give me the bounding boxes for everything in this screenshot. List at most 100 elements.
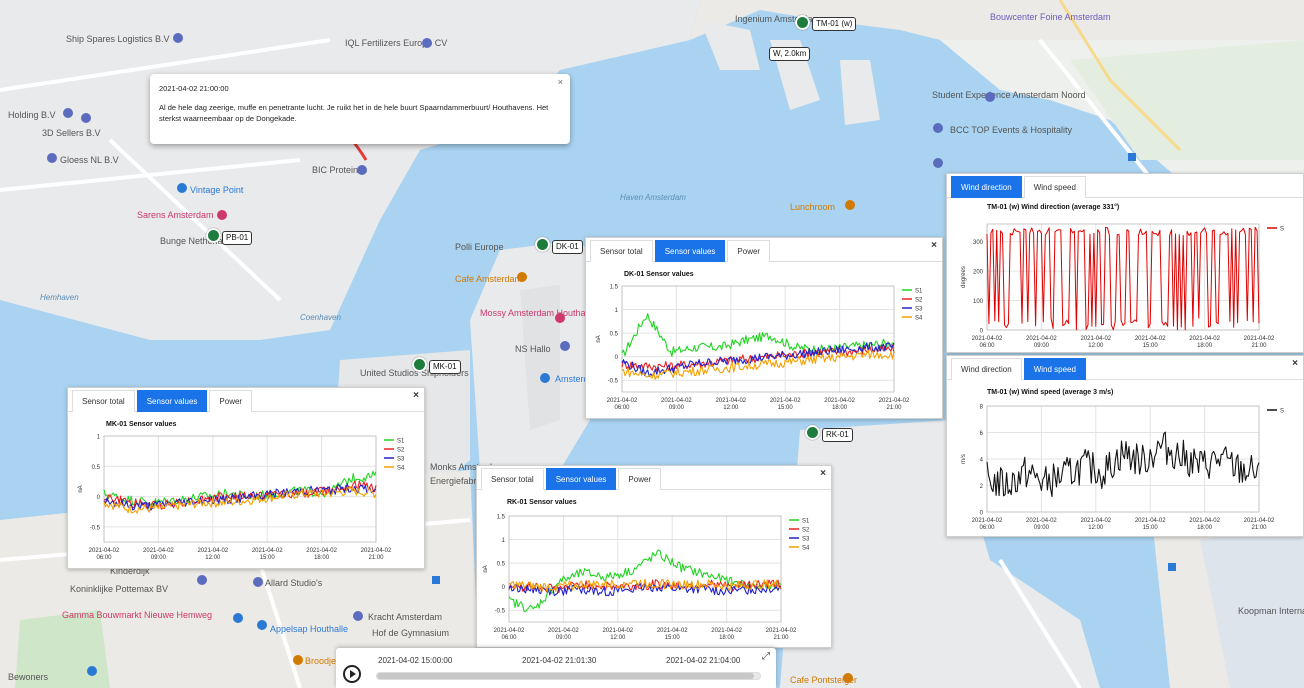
sensor-marker-mk-01[interactable]: [412, 357, 427, 372]
y-tick-label: 2: [980, 484, 984, 490]
wind-direction-panel: Wind direction Wind speed TM-01 (w) Wind…: [946, 173, 1304, 353]
y-tick-label: 1: [615, 308, 619, 314]
map-label: Kracht Amsterdam: [368, 612, 442, 622]
time-start: 2021-04-02 15:00:00: [378, 656, 453, 665]
complaint-timestamp: 2021-04-02 21:00:00: [159, 84, 229, 93]
y-tick-label: 0: [980, 329, 984, 335]
x-tick-label: 2021-04-02 09:00: [143, 548, 174, 561]
close-icon[interactable]: ×: [558, 77, 563, 87]
expand-icon[interactable]: ⤢: [762, 651, 770, 662]
x-tick-label: 2021-04-02 18:00: [711, 628, 742, 641]
x-tick-label: 2021-04-02 21:00: [879, 398, 910, 411]
map-label: Polli Europe: [455, 242, 504, 252]
y-tick-label: -0.5: [495, 609, 506, 615]
sensor-chart: -0.5 0 0.5 1 1.5 2021-04-02 06:00 2021-04-02 09:…: [596, 285, 923, 412]
y-tick-label: 0: [97, 495, 101, 501]
x-tick-label: 2021-04-02 09:00: [661, 398, 692, 411]
map-label: Bewoners: [8, 672, 49, 682]
map-label: Student Experience Amsterdam Noord: [932, 90, 1086, 100]
y-axis-label: nA: [483, 565, 489, 572]
marker-label[interactable]: PB-01: [222, 231, 253, 245]
legend-label: S2: [802, 528, 810, 534]
y-tick-label: 100: [973, 299, 984, 305]
y-tick-label: 0.5: [92, 465, 101, 471]
x-tick-label: 2021-04-02 12:00: [1080, 518, 1111, 531]
x-tick-label: 2021-04-02 09:00: [1026, 336, 1057, 349]
map-label: Appelsap Houthalle: [270, 624, 348, 634]
map-label: NS Hallo: [515, 344, 551, 354]
map-label: Vintage Point: [190, 185, 244, 195]
x-tick-label: 2021-04-02 15:00: [1135, 518, 1166, 531]
legend-label: S1: [397, 439, 405, 445]
legend-label: S4: [802, 546, 810, 552]
x-tick-label: 2021-04-02 06:00: [607, 398, 638, 411]
sensor-marker-tm-01[interactable]: [795, 15, 810, 30]
marker-label[interactable]: W, 2.0km: [769, 47, 811, 61]
y-axis-label: degrees: [961, 266, 967, 288]
sensor-marker-pb-01[interactable]: [206, 228, 221, 243]
legend-label: S4: [915, 316, 923, 322]
time-slider-fill: [377, 673, 755, 679]
x-tick-label: 2021-04-02 21:00: [766, 628, 797, 641]
y-axis-label: m/s: [961, 454, 967, 464]
complaint-text: Al de hele dag zeerige, muffe en penetra…: [159, 103, 549, 123]
y-tick-label: 0: [615, 355, 619, 361]
legend-label: S3: [915, 307, 923, 313]
legend-label: S: [1280, 227, 1284, 233]
map-label: Allard Studio's: [265, 578, 323, 588]
x-tick-label: 2021-04-02 15:00: [657, 628, 688, 641]
marker-label[interactable]: MK-01: [429, 360, 461, 374]
marker-label[interactable]: DK-01: [552, 240, 583, 254]
x-tick-label: 2021-04-02 21:00: [361, 548, 392, 561]
y-tick-label: 0.5: [610, 332, 619, 338]
y-tick-label: 300: [973, 240, 984, 246]
y-tick-label: 200: [973, 270, 984, 276]
map-label: BCC TOP Events & Hospitality: [950, 125, 1073, 135]
x-tick-label: 2021-04-02 21:00: [1244, 336, 1275, 349]
map-label: Gloess NL B.V: [60, 155, 119, 165]
sensor-marker-dk-01[interactable]: [535, 237, 550, 252]
y-tick-label: 1: [502, 538, 506, 544]
y-axis-label: nA: [78, 485, 84, 492]
legend-label: S4: [397, 466, 405, 472]
map-label: Cafe Amsterdam: [455, 274, 522, 284]
time-slider[interactable]: [376, 672, 761, 680]
y-tick-label: 1.5: [497, 515, 506, 521]
x-tick-label: 2021-04-02 18:00: [1189, 518, 1220, 531]
map-label: Holding B.V: [8, 110, 56, 120]
sensor-marker-rk-01[interactable]: [805, 425, 820, 440]
series-line: [621, 349, 895, 380]
map-label: Lunchroom: [790, 202, 835, 212]
marker-label[interactable]: TM-01 (w): [812, 17, 857, 31]
y-tick-label: 0: [502, 585, 506, 591]
y-tick-label: 0: [980, 511, 984, 517]
map-label: Bouwcenter Foine Amsterdam: [990, 12, 1111, 22]
map-label: Ship Spares Logistics B.V: [66, 34, 170, 44]
map-label: Koninklijke Pottemax BV: [70, 584, 168, 594]
x-tick-label: 2021-04-02 15:00: [770, 398, 801, 411]
y-tick-label: 1: [97, 435, 101, 441]
legend-label: S1: [915, 289, 923, 295]
legend-label: S: [1280, 409, 1284, 415]
marker-label[interactable]: RK-01: [822, 428, 853, 442]
time-current: 2021-04-02 21:01:30: [522, 656, 597, 665]
x-tick-label: 2021-04-02 18:00: [1189, 336, 1220, 349]
x-tick-label: 2021-04-02 15:00: [252, 548, 283, 561]
sensor-panel-mk-01: Sensor total Sensor values Power × MK-01…: [67, 387, 425, 569]
legend-label: S3: [397, 457, 405, 463]
map-label: Haven Amsterdam: [620, 193, 686, 202]
x-tick-label: 2021-04-02 09:00: [548, 628, 579, 641]
series-line: [986, 226, 1260, 331]
x-tick-label: 2021-04-02 09:00: [1026, 518, 1057, 531]
sensor-panel-rk-01: Sensor total Sensor values Power × RK-01…: [476, 465, 832, 648]
play-button[interactable]: [343, 665, 361, 683]
x-tick-label: 2021-04-02 12:00: [715, 398, 746, 411]
x-tick-label: 2021-04-02 12:00: [197, 548, 228, 561]
map-label: Gamma Bouwmarkt Nieuwe Hemweg: [62, 610, 212, 620]
y-tick-label: 4: [980, 458, 984, 464]
sensor-chart: -0.5 0 0.5 1 1.5 2021-04-02 06:00 2021-04-02 09:…: [483, 515, 810, 642]
map-label: Sarens Amsterdam: [137, 210, 214, 220]
x-tick-label: 2021-04-02 18:00: [824, 398, 855, 411]
sensor-panel-dk-01: Sensor total Sensor values Power × DK-01…: [585, 237, 943, 419]
map-label: Hof de Gymnasium: [372, 628, 449, 638]
